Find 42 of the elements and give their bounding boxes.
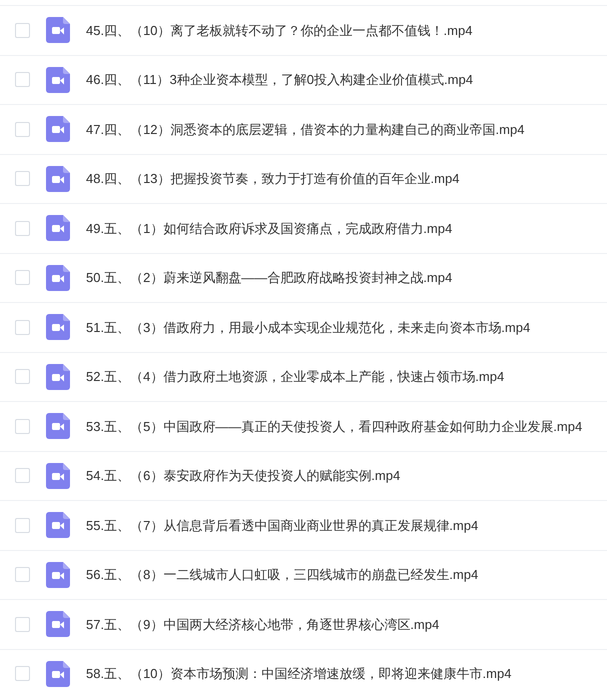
file-name[interactable]: 50.五、（2）蔚来逆风翻盘——合肥政府战略投资封神之战.mp4 <box>86 268 452 288</box>
video-file-icon <box>46 17 70 44</box>
video-file-icon <box>46 364 70 390</box>
file-name[interactable]: 49.五、（1）如何结合政府诉求及国资痛点，完成政府借力.mp4 <box>86 218 452 238</box>
checkbox[interactable] <box>15 220 30 236</box>
file-name[interactable]: 46.四、（11）3种企业资本模型，了解0投入构建企业价值模式.mp4 <box>86 70 473 90</box>
video-file-icon <box>46 66 70 93</box>
video-file-icon <box>46 215 70 242</box>
file-name[interactable]: 48.四、（13）把握投资节奏，致力于打造有价值的百年企业.mp4 <box>86 169 460 188</box>
video-file-icon <box>46 562 70 588</box>
checkbox[interactable] <box>15 22 30 38</box>
checkbox[interactable] <box>15 320 30 335</box>
checkbox[interactable] <box>15 567 30 582</box>
video-file-icon <box>46 264 70 291</box>
video-file-icon <box>46 611 70 638</box>
file-name[interactable]: 58.五、（10）资本市场预测：中国经济增速放缓，即将迎来健康牛市.mp4 <box>86 664 512 684</box>
video-file-icon <box>46 166 70 192</box>
checkbox[interactable] <box>15 171 30 186</box>
checkbox[interactable] <box>15 518 30 533</box>
file-name[interactable]: 51.五、（3）借政府力，用最小成本实现企业规范化，未来走向资本市场.mp4 <box>86 318 530 337</box>
video-file-icon <box>46 116 70 142</box>
checkbox[interactable] <box>15 616 30 632</box>
file-name[interactable]: 57.五、（9）中国两大经济核心地带，角逐世界核心湾区.mp4 <box>86 614 440 634</box>
file-name[interactable]: 45.四、（10）离了老板就转不动了？你的企业一点都不值钱！.mp4 <box>86 20 472 40</box>
checkbox[interactable] <box>15 72 30 88</box>
video-file-icon <box>46 512 70 538</box>
video-file-icon <box>46 660 70 687</box>
checkbox[interactable] <box>15 418 30 434</box>
file-name[interactable]: 56.五、（8）一二线城市人口虹吸，三四线城市的崩盘已经发生.mp4 <box>86 565 478 584</box>
video-file-icon <box>46 462 70 489</box>
file-name[interactable]: 55.五、（7）从信息背后看透中国商业商业世界的真正发展规律.mp4 <box>86 516 478 535</box>
checkbox[interactable] <box>15 122 30 137</box>
video-file-icon <box>46 314 70 340</box>
checkbox[interactable] <box>15 468 30 484</box>
file-name[interactable]: 53.五、（5）中国政府——真正的天使投资人，看四种政府基金如何助力企业发展.mp4 <box>86 416 582 436</box>
checkbox[interactable] <box>15 666 30 682</box>
checkbox[interactable] <box>15 270 30 286</box>
file-name[interactable]: 54.五、（6）泰安政府作为天使投资人的赋能实例.mp4 <box>86 466 400 486</box>
video-file-icon <box>46 413 70 440</box>
checkbox[interactable] <box>15 369 30 384</box>
file-name[interactable]: 52.五、（4）借力政府土地资源，企业零成本上产能，快速占领市场.mp4 <box>86 367 504 386</box>
file-name[interactable]: 47.四、（12）洞悉资本的底层逻辑，借资本的力量构建自己的商业帝国.mp4 <box>86 120 524 139</box>
